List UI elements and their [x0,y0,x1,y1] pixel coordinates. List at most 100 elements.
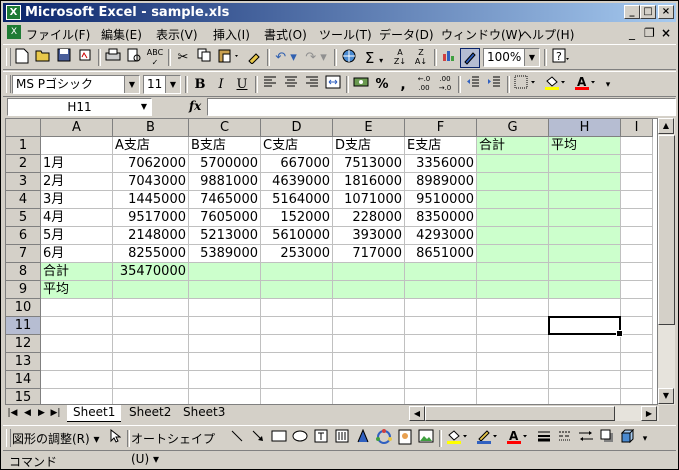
column-header-C[interactable]: C [189,119,261,137]
cell-H5[interactable] [549,209,621,227]
cell-D3[interactable]: 4639000 [261,173,333,191]
cell-H9[interactable] [549,281,621,299]
cell-B1[interactable]: A支店 [113,137,189,155]
bold-icon[interactable]: B [190,75,210,95]
row-header-5[interactable]: 5 [6,209,41,227]
cell-D7[interactable]: 253000 [261,245,333,263]
currency-icon[interactable] [351,75,371,95]
cell-E4[interactable]: 1071000 [333,191,405,209]
cell-E8[interactable] [333,263,405,281]
cell-H15[interactable] [549,389,621,404]
toolbar-grip[interactable] [6,429,11,447]
cell-D12[interactable] [261,335,333,353]
row-header-3[interactable]: 3 [6,173,41,191]
cell-H13[interactable] [549,353,621,371]
permission-icon[interactable] [75,48,95,68]
cell-F4[interactable]: 9510000 [405,191,477,209]
toolbar-options-icon[interactable]: ▾ [639,429,651,449]
cell-H3[interactable] [549,173,621,191]
select-objects-icon[interactable] [105,428,125,449]
cell-F12[interactable] [405,335,477,353]
cell-D6[interactable]: 5610000 [261,227,333,245]
menu-format[interactable]: 書式(O) [264,26,307,43]
cell-F14[interactable] [405,371,477,389]
cell-A7[interactable]: 6月 [41,245,113,263]
dash-style-icon[interactable] [555,429,575,449]
cell-F8[interactable] [405,263,477,281]
column-header-G[interactable]: G [477,119,549,137]
doc-restore-button[interactable]: ❐ [644,26,655,40]
cell-B2[interactable]: 7062000 [113,155,189,173]
cell-E1[interactable]: D支店 [333,137,405,155]
cell-I3[interactable] [621,173,653,191]
document-icon[interactable]: X [7,25,21,39]
chevron-down-icon[interactable]: ▼ [165,76,180,93]
column-header-F[interactable]: F [405,119,477,137]
cell-A14[interactable] [41,371,113,389]
cell-D13[interactable] [261,353,333,371]
cell-E3[interactable]: 1816000 [333,173,405,191]
cell-F13[interactable] [405,353,477,371]
draw-adjust-menu[interactable]: 図形の調整(R) ▾ [12,429,104,449]
row-header-12[interactable]: 12 [6,335,41,353]
merge-center-icon[interactable] [323,75,343,95]
cell-B4[interactable]: 1445000 [113,191,189,209]
cell-G11[interactable] [477,317,549,335]
toolbar-grip[interactable] [6,48,11,66]
cell-A5[interactable]: 4月 [41,209,113,227]
name-box[interactable]: H11 ▼ [7,98,152,116]
cell-I15[interactable] [621,389,653,404]
drawing-icon[interactable] [460,48,480,68]
cell-I12[interactable] [621,335,653,353]
cell-H1[interactable]: 平均 [549,137,621,155]
cell-A1[interactable] [41,137,113,155]
horizontal-scrollbar[interactable]: ◀ ▶ [409,406,659,421]
cell-F6[interactable]: 4293000 [405,227,477,245]
cell-B10[interactable] [113,299,189,317]
cell-C11[interactable] [189,317,261,335]
cell-D8[interactable] [261,263,333,281]
scroll-down-icon[interactable]: ▼ [658,388,674,404]
undo-icon[interactable]: ↶ ▾ [272,48,300,68]
oval-icon[interactable] [290,429,310,449]
wordart-icon[interactable] [353,428,373,449]
cell-H12[interactable] [549,335,621,353]
cell-C3[interactable]: 9881000 [189,173,261,191]
autoshapes-menu[interactable]: オートシェイプ(U) ▾ [131,429,227,466]
cell-I5[interactable] [621,209,653,227]
next-sheet-icon[interactable]: ▶ [36,407,47,419]
cell-A3[interactable]: 2月 [41,173,113,191]
comma-icon[interactable]: , [393,75,413,95]
borders-icon[interactable] [512,75,540,95]
arrow-icon[interactable] [248,429,268,449]
arrow-style-icon[interactable] [576,429,596,449]
rectangle-icon[interactable] [269,429,289,449]
decrease-decimal-icon[interactable]: .00 →.0 [435,75,455,95]
cell-G10[interactable] [477,299,549,317]
cell-G1[interactable]: 合計 [477,137,549,155]
first-sheet-icon[interactable]: |◀ [7,407,18,419]
spelling-icon[interactable]: ABC ✓ [145,48,165,68]
column-header-A[interactable]: A [41,119,113,137]
row-header-9[interactable]: 9 [6,281,41,299]
cell-D15[interactable] [261,389,333,404]
draw-font-color-icon[interactable]: A [504,429,532,449]
underline-icon[interactable]: U [232,75,252,95]
toolbar-options-icon[interactable]: ▾ [602,75,614,95]
cell-A6[interactable]: 5月 [41,227,113,245]
percent-icon[interactable]: % [372,75,392,95]
cell-A11[interactable] [41,317,113,335]
row-header-8[interactable]: 8 [6,263,41,281]
cell-G8[interactable] [477,263,549,281]
menu-tools[interactable]: ツール(T) [319,26,372,43]
cell-E11[interactable] [333,317,405,335]
cell-D11[interactable] [261,317,333,335]
cell-E12[interactable] [333,335,405,353]
select-all-corner[interactable] [6,119,41,137]
menu-file[interactable]: ファイル(F) [26,26,90,43]
help-icon[interactable]: ? [549,48,573,68]
row-header-11[interactable]: 11 [6,317,41,335]
cell-I7[interactable] [621,245,653,263]
cell-A12[interactable] [41,335,113,353]
cell-G2[interactable] [477,155,549,173]
